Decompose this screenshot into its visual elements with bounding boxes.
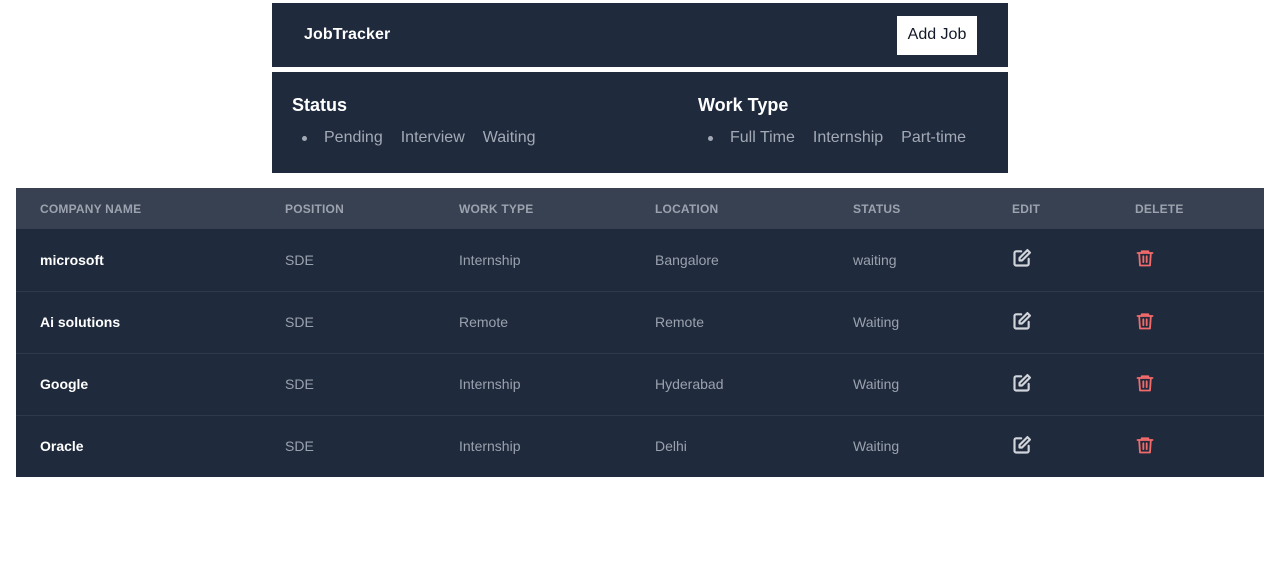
edit-cell xyxy=(988,291,1111,353)
status-cell: Waiting xyxy=(853,376,900,392)
location-cell: Bangalore xyxy=(655,251,719,268)
edit-icon[interactable] xyxy=(1012,248,1032,268)
work-type-filter-internship[interactable]: Internship xyxy=(813,129,885,147)
work-type-cell: Remote xyxy=(459,314,509,330)
status-cell: waiting xyxy=(853,251,897,268)
trash-icon[interactable] xyxy=(1135,311,1155,331)
edit-icon[interactable] xyxy=(1012,311,1032,331)
add-job-button[interactable]: Add Job xyxy=(897,15,977,55)
navbar: JobTracker Add Job xyxy=(272,3,1008,67)
position-cell: SDE xyxy=(285,376,314,392)
bullet-icon xyxy=(708,135,713,141)
work-type-filter-part-time[interactable]: Part-time xyxy=(901,129,968,147)
status-filter-list: Pending Interview Waiting xyxy=(292,129,658,147)
delete-cell xyxy=(1111,353,1264,415)
work-type-filter-group: Work Type Full Time Internship Part-time xyxy=(678,72,1008,173)
status-filter-title: Status xyxy=(292,95,348,115)
work-type-filter-full-time[interactable]: Full Time xyxy=(708,129,797,147)
jobs-table-container: COMPANY NAME POSITION WORK TYPE LOCATION… xyxy=(16,188,1264,477)
company-cell: Google xyxy=(40,376,89,392)
table-header-row: COMPANY NAME POSITION WORK TYPE LOCATION… xyxy=(16,188,1264,229)
position-cell: SDE xyxy=(285,251,314,268)
column-header-status: STATUS xyxy=(853,201,901,216)
table-row: Google SDE Internship Hyderabad Waiting xyxy=(16,353,1264,415)
location-cell: Hyderabad xyxy=(655,376,724,392)
edit-icon[interactable] xyxy=(1012,373,1032,393)
company-cell: Ai solutions xyxy=(40,314,121,330)
column-header-location: LOCATION xyxy=(655,201,719,216)
delete-cell xyxy=(1111,415,1264,477)
edit-cell xyxy=(988,415,1111,477)
location-cell: Remote xyxy=(655,314,705,330)
work-type-cell: Internship xyxy=(459,438,521,455)
company-cell: microsoft xyxy=(40,251,104,268)
company-cell: Oracle xyxy=(40,438,84,455)
table-row: Ai solutions SDE Remote Remote Waiting xyxy=(16,291,1264,353)
column-header-edit: EDIT xyxy=(1012,201,1041,216)
work-type-cell: Internship xyxy=(459,251,521,268)
table-row: microsoft SDE Internship Bangalore waiti… xyxy=(16,229,1264,291)
work-type-filter-list: Full Time Internship Part-time xyxy=(698,129,988,147)
position-cell: SDE xyxy=(285,314,314,330)
column-header-delete: DELETE xyxy=(1135,201,1184,216)
trash-icon[interactable] xyxy=(1135,435,1155,455)
column-header-position: POSITION xyxy=(285,201,344,216)
position-cell: SDE xyxy=(285,438,314,455)
location-cell: Delhi xyxy=(655,438,687,455)
status-filter-group: Status Pending Interview Waiting xyxy=(272,72,678,173)
brand-logo[interactable]: JobTracker xyxy=(304,26,390,44)
status-cell: Waiting xyxy=(853,438,900,455)
bullet-icon xyxy=(302,135,307,141)
work-type-cell: Internship xyxy=(459,376,521,392)
delete-cell xyxy=(1111,291,1264,353)
delete-cell xyxy=(1111,229,1264,291)
edit-cell xyxy=(988,229,1111,291)
filters-panel: Status Pending Interview Waiting Work Ty… xyxy=(272,72,1008,173)
column-header-work-type: WORK TYPE xyxy=(459,201,534,216)
work-type-filter-title: Work Type xyxy=(698,95,789,115)
edit-icon[interactable] xyxy=(1012,435,1032,455)
status-filter-waiting[interactable]: Waiting xyxy=(483,129,538,147)
jobs-table: COMPANY NAME POSITION WORK TYPE LOCATION… xyxy=(16,188,1264,477)
trash-icon[interactable] xyxy=(1135,248,1155,268)
status-filter-interview[interactable]: Interview xyxy=(401,129,467,147)
column-header-company: COMPANY NAME xyxy=(40,201,142,216)
trash-icon[interactable] xyxy=(1135,373,1155,393)
table-row: Oracle SDE Internship Delhi Waiting xyxy=(16,415,1264,477)
status-filter-pending[interactable]: Pending xyxy=(302,129,385,147)
edit-cell xyxy=(988,353,1111,415)
status-cell: Waiting xyxy=(853,314,900,330)
